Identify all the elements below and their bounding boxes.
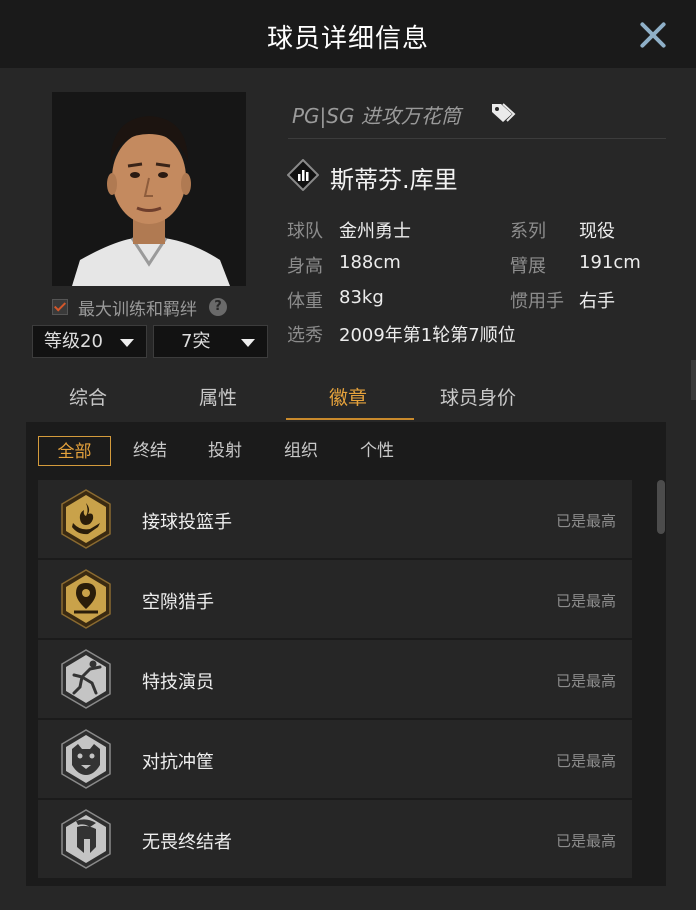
level-select-value: 等级20 — [44, 331, 103, 352]
badge-row[interactable]: 特技演员 已是最高 — [38, 640, 632, 718]
badge-name: 无畏终结者 — [142, 832, 232, 853]
info-value-draft: 2009年第1轮第7顺位 — [339, 325, 516, 346]
close-icon[interactable] — [636, 18, 670, 52]
info-label-hand: 惯用手 — [510, 291, 564, 312]
info-value-series: 现役 — [579, 221, 615, 242]
info-value-team: 金州勇士 — [339, 221, 411, 242]
window-title: 球员详细信息 — [266, 24, 429, 54]
break-select-value: 7突 — [181, 331, 211, 352]
info-value-hand: 右手 — [579, 291, 615, 312]
info-label-team: 球队 — [287, 221, 323, 242]
subtab-shooting[interactable]: 投射 — [191, 436, 259, 466]
badge-name: 空隙猎手 — [142, 592, 214, 613]
badge-name: 对抗冲筐 — [142, 752, 214, 773]
tab-overview[interactable]: 综合 — [28, 383, 148, 410]
acrobat-dunk-icon — [61, 649, 111, 709]
info-label-weight: 体重 — [287, 291, 323, 312]
info-label-wingspan: 臂展 — [510, 256, 546, 277]
player-portrait — [52, 92, 246, 286]
break-select[interactable]: 7突 — [153, 325, 268, 358]
subtab-playmaking[interactable]: 组织 — [267, 436, 335, 466]
max-training-checkbox-row[interactable]: 最大训练和羁绊 ? — [52, 296, 227, 320]
badge-name: 特技演员 — [142, 672, 214, 693]
info-label-draft: 选秀 — [287, 325, 323, 346]
flame-hand-icon — [61, 489, 111, 549]
badge-row[interactable]: 对抗冲筐 已是最高 — [38, 720, 632, 798]
spartan-helmet-icon — [61, 809, 111, 869]
window-edge-scrollbar[interactable] — [691, 360, 696, 400]
map-pin-icon — [61, 569, 111, 629]
subtab-finishing[interactable]: 终结 — [116, 436, 184, 466]
badges-panel: 全部 终结 投射 组织 个性 接球投篮手 已是最高 空隙猎手 已是最高 特技演员… — [26, 422, 666, 886]
badge-status: 已是最高 — [555, 672, 616, 690]
title-bar: 球员详细信息 — [0, 0, 696, 68]
subtab-all[interactable]: 全部 — [38, 436, 111, 466]
active-tab-indicator — [286, 418, 414, 420]
tag-icon[interactable] — [490, 101, 516, 123]
player-name: 斯蒂芬.库里 — [330, 166, 458, 194]
tab-value[interactable]: 球员身价 — [418, 383, 538, 410]
info-value-weight: 83kg — [339, 287, 384, 308]
info-value-wingspan: 191cm — [579, 252, 641, 273]
chevron-down-icon — [120, 339, 134, 347]
tab-attributes[interactable]: 属性 — [158, 383, 278, 410]
chevron-down-icon — [241, 339, 255, 347]
subtab-personality[interactable]: 个性 — [343, 436, 411, 466]
checkbox-checked[interactable] — [52, 299, 68, 315]
bulldog-icon — [61, 729, 111, 789]
divider — [288, 138, 666, 139]
max-training-label: 最大训练和羁绊 — [78, 299, 197, 320]
stats-diamond-icon — [287, 159, 319, 191]
badge-row[interactable]: 接球投篮手 已是最高 — [38, 480, 632, 558]
info-label-height: 身高 — [287, 256, 323, 277]
badge-row[interactable]: 空隙猎手 已是最高 — [38, 560, 632, 638]
level-select[interactable]: 等级20 — [32, 325, 147, 358]
info-value-height: 188cm — [339, 252, 401, 273]
badge-status: 已是最高 — [555, 752, 616, 770]
info-label-series: 系列 — [510, 221, 546, 242]
scrollbar-thumb[interactable] — [657, 480, 665, 534]
tab-badges[interactable]: 徽章 — [288, 383, 408, 410]
badge-status: 已是最高 — [555, 592, 616, 610]
badge-status: 已是最高 — [555, 832, 616, 850]
position-tag: PG|SG 进攻万花筒 — [292, 104, 461, 128]
badge-row[interactable]: 无畏终结者 已是最高 — [38, 800, 632, 878]
badge-status: 已是最高 — [555, 512, 616, 530]
badge-name: 接球投篮手 — [142, 512, 232, 533]
help-icon[interactable]: ? — [209, 298, 227, 316]
